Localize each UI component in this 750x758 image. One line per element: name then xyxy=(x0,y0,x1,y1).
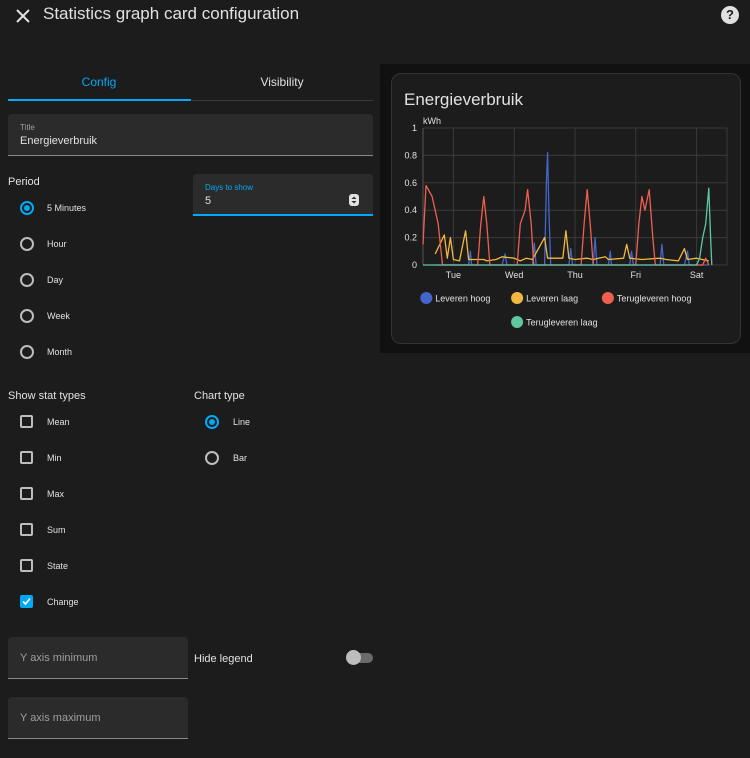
y-axis-minimum-field[interactable]: Y axis minimum xyxy=(8,637,188,679)
chart-ytick-label: 0.6 xyxy=(404,178,417,188)
stat-option-label: State xyxy=(47,561,69,571)
chart-type-radio-bar[interactable] xyxy=(205,451,219,465)
period-radio-month[interactable] xyxy=(20,345,34,359)
days-field-value: 5 xyxy=(205,195,212,207)
chart-xtick-label: Wed xyxy=(505,270,523,280)
chart-type-option-label: Bar xyxy=(233,453,248,463)
chart-series-line xyxy=(423,187,713,266)
chart-ytick-label: 0.4 xyxy=(404,205,417,215)
title-field[interactable]: Title Energieverbruik xyxy=(8,114,373,156)
chart-ylabel: kWh xyxy=(423,116,441,126)
period-option-label: Week xyxy=(47,311,70,321)
checkbox-max[interactable] xyxy=(20,487,33,500)
checkbox-state[interactable] xyxy=(20,559,33,572)
period-option-label: Month xyxy=(47,347,73,357)
legend-marker xyxy=(601,292,614,304)
hide-legend-toggle-knob[interactable] xyxy=(346,650,361,665)
legend-marker xyxy=(511,292,524,304)
legend-label: Terugleveren hoog xyxy=(617,294,692,304)
title-field-value: Energieverbruik xyxy=(20,135,98,147)
chart-series-line xyxy=(422,184,710,266)
checkbox-min[interactable] xyxy=(20,451,33,464)
dialog-title: Statistics graph card configuration xyxy=(43,4,300,23)
y-axis-maximum-field[interactable]: Y axis maximum xyxy=(8,697,188,739)
stat-option-label: Change xyxy=(47,597,79,607)
legend-label: Leveren laag xyxy=(526,294,578,304)
period-radio-week[interactable] xyxy=(20,309,34,323)
help-icon[interactable]: ? xyxy=(721,6,739,24)
chart-ytick-label: 0.2 xyxy=(404,233,417,243)
chart-xtick-label: Tue xyxy=(446,270,461,280)
checkbox-change[interactable] xyxy=(20,595,33,608)
checkmark-icon xyxy=(22,597,31,606)
spinner-icon[interactable] xyxy=(349,194,359,206)
stat-option-label: Min xyxy=(47,453,62,463)
days-field-label: Days to show xyxy=(205,183,254,192)
title-field-label: Title xyxy=(20,123,35,132)
period-radio-day[interactable] xyxy=(20,273,34,287)
period-radio-5-minutes[interactable] xyxy=(20,201,34,215)
checkbox-mean[interactable] xyxy=(20,415,33,428)
days-to-show-field[interactable]: Days to show 5 xyxy=(193,174,373,216)
stat-option-label: Max xyxy=(47,489,65,499)
checkbox-sum[interactable] xyxy=(20,523,33,536)
period-option-label: 5 Minutes xyxy=(47,203,87,213)
card-title: Energieverbruik xyxy=(404,90,524,109)
tab-indicator xyxy=(8,99,191,101)
chart-type-label: Chart type xyxy=(194,390,245,402)
stat-option-label: Sum xyxy=(47,525,66,535)
chart-xtick-label: Sat xyxy=(690,270,704,280)
legend-marker xyxy=(420,292,433,304)
chart-ytick-label: 1 xyxy=(412,123,417,133)
chart-xtick-label: Thu xyxy=(567,270,583,280)
y-min-placeholder: Y axis minimum xyxy=(20,652,98,664)
period-radio-hour[interactable] xyxy=(20,237,34,251)
legend-label: Leveren hoog xyxy=(435,294,490,304)
chart-ytick-label: 0 xyxy=(412,260,417,270)
chart-type-option-label: Line xyxy=(233,417,251,427)
stat-types-label: Show stat types xyxy=(8,390,86,402)
chart-ytick-label: 0.8 xyxy=(404,150,417,160)
period-option-label: Hour xyxy=(47,239,67,249)
statistics-chart: 0 0.2 0.4 0.6 0.8 1 Tue Wed Thu Fri Sat kWh Leveren … xyxy=(404,116,728,328)
legend-label: Terugleveren laag xyxy=(526,318,598,328)
chart-xtick-label: Fri xyxy=(631,270,642,280)
period-label: Period xyxy=(8,176,40,188)
stat-option-label: Mean xyxy=(47,417,70,427)
tab-config[interactable]: Config xyxy=(8,68,190,102)
chart-series-line xyxy=(435,152,709,266)
chart-type-radio-line[interactable] xyxy=(205,415,219,429)
y-max-placeholder: Y axis maximum xyxy=(20,712,101,724)
period-option-label: Day xyxy=(47,275,64,285)
legend-marker xyxy=(511,316,524,328)
hide-legend-label: Hide legend xyxy=(194,653,253,665)
close-icon[interactable] xyxy=(13,6,33,26)
tab-visibility[interactable]: Visibility xyxy=(191,68,373,102)
